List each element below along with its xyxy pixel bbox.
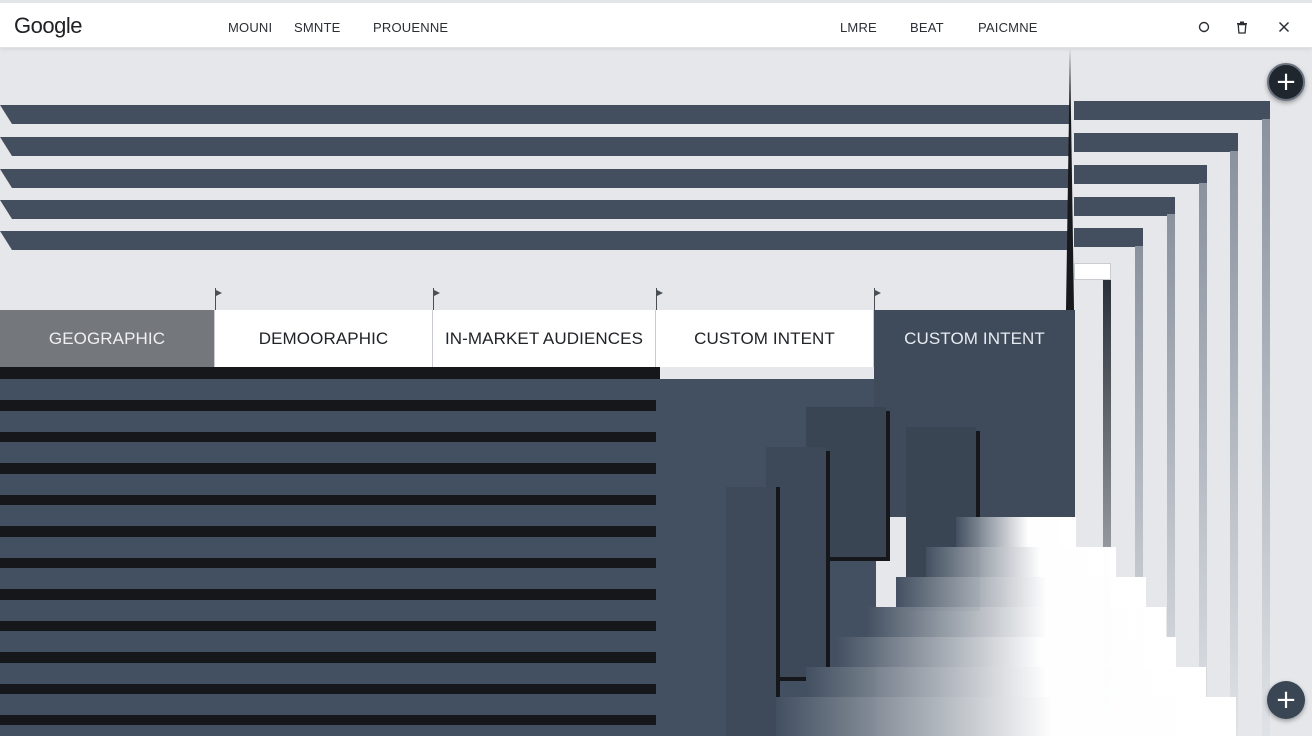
google-logo[interactable]: Google xyxy=(14,13,82,39)
flag-marker xyxy=(874,288,881,310)
step-block xyxy=(1074,263,1111,280)
stripe-bar xyxy=(0,231,1070,250)
nav-item-prouenne[interactable]: PROUENNE xyxy=(373,20,448,35)
tab-geographic[interactable]: GEOGRAPHIC xyxy=(0,310,215,367)
flag-marker xyxy=(433,288,440,310)
stripe-row xyxy=(0,411,656,432)
stripe-row xyxy=(0,663,656,684)
step-block xyxy=(1074,133,1238,152)
trash-icon[interactable] xyxy=(1232,17,1252,37)
plus-icon: + xyxy=(1275,685,1297,715)
stripe-row xyxy=(0,442,656,463)
stripe-bar xyxy=(0,169,1070,188)
fade-band xyxy=(776,697,1236,736)
tab-in-market-audiences[interactable]: IN-MARKET AUDIENCES xyxy=(433,310,656,367)
plus-icon: + xyxy=(1275,67,1297,97)
fade-band xyxy=(836,637,1176,667)
circle-icon[interactable] xyxy=(1194,17,1214,37)
tab-demographic[interactable]: DEMOORAPHIC xyxy=(215,310,433,367)
tab-flags xyxy=(0,288,1100,312)
fade-band xyxy=(896,577,1146,607)
step-block xyxy=(1074,101,1270,120)
stripe-row xyxy=(0,568,656,589)
stripe-row xyxy=(0,694,656,715)
nav-item-beat[interactable]: BEAT xyxy=(910,20,944,35)
step-block xyxy=(1074,165,1207,184)
stripe-row xyxy=(0,474,656,495)
shape-slab xyxy=(726,487,776,736)
fade-band xyxy=(926,547,1116,577)
fade-band xyxy=(866,607,1166,637)
top-bar: Google MOUNI SMNTE PROUENNE LMRE BEAT PA… xyxy=(0,0,1312,48)
step-block xyxy=(1074,197,1175,216)
stripe-row xyxy=(0,505,656,526)
tab-custom-intent-active[interactable]: CUSTOM INTENT xyxy=(874,310,1075,367)
fade-band xyxy=(956,517,1076,547)
segment-tabs: GEOGRAPHIC DEMOORAPHIC IN-MARKET AUDIENC… xyxy=(0,310,1075,367)
nav-item-paicmne[interactable]: PAICMNE xyxy=(978,20,1038,35)
stripe-row xyxy=(0,725,656,736)
nav-item-lmre[interactable]: LMRE xyxy=(840,20,877,35)
stripe-row xyxy=(0,600,656,621)
add-button-top[interactable]: + xyxy=(1267,63,1305,101)
stripe-row xyxy=(0,379,656,400)
tab-custom-intent[interactable]: CUSTOM INTENT xyxy=(656,310,874,367)
flag-marker xyxy=(656,288,663,310)
upper-stripe-field xyxy=(0,48,1312,310)
stripe-row xyxy=(0,537,656,558)
stripe-bar xyxy=(0,137,1070,156)
lower-geometry-panel xyxy=(656,367,1312,736)
close-icon[interactable] xyxy=(1274,17,1294,37)
nav-item-mouni[interactable]: MOUNI xyxy=(228,20,272,35)
stripe-bar xyxy=(0,200,1070,219)
stripe-bar xyxy=(0,105,1070,124)
add-button-bottom[interactable]: + xyxy=(1267,681,1305,719)
fade-band xyxy=(806,667,1206,697)
stripe-row xyxy=(0,631,656,652)
nav-item-smnte[interactable]: SMNTE xyxy=(294,20,341,35)
flag-marker xyxy=(215,288,222,310)
step-block xyxy=(1074,228,1143,247)
lower-stripe-panel xyxy=(0,367,660,736)
